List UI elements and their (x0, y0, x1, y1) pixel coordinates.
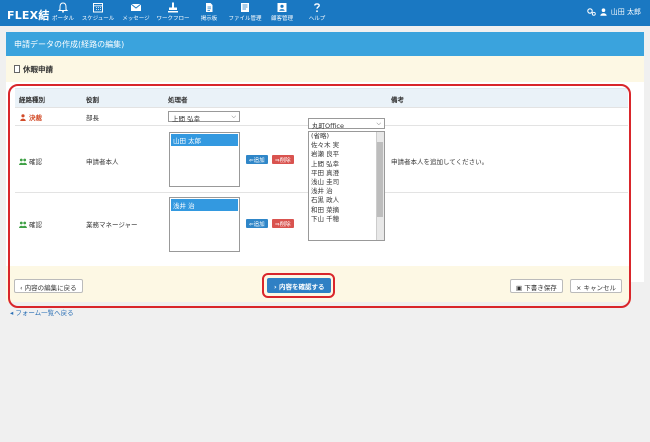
nav-workflow[interactable]: ワークフロー (155, 2, 191, 22)
nav-label: ファイル管理 (228, 16, 262, 22)
form-title-bar: 休暇申請 (6, 56, 644, 82)
board-icon (206, 3, 213, 12)
user-name: 山田 太郎 (610, 8, 641, 16)
confirm-highlight-ring (262, 273, 335, 298)
file-icon (241, 3, 249, 12)
nav-schedule[interactable]: スケジュール (80, 2, 116, 22)
nav-label: ポータル (51, 16, 74, 22)
form-name: 休暇申請 (23, 64, 53, 74)
nav-label: スケジュール (81, 16, 115, 22)
nav-label: 顧客管理 (270, 16, 293, 22)
customer-icon (277, 3, 287, 12)
page-title: 申請データの作成(経路の編集) (6, 32, 644, 56)
calendar-icon (93, 3, 103, 13)
nav-label: メッセージ (122, 16, 150, 22)
nav-label: 掲示板 (200, 16, 218, 22)
nav-board[interactable]: 掲示板 (191, 2, 227, 22)
nav-portal[interactable]: ポータル (45, 2, 81, 22)
help-icon (314, 3, 320, 13)
user-icon (600, 8, 607, 16)
nav-help[interactable]: ヘルプ (299, 2, 335, 22)
bell-icon (57, 2, 69, 13)
gear-icon[interactable] (587, 8, 596, 16)
app-logo[interactable]: FLEX結 (7, 7, 50, 23)
nav-label: ワークフロー (156, 16, 190, 22)
nav-label: ヘルプ (308, 16, 326, 22)
user-menu[interactable]: 山田 太郎 (587, 7, 641, 17)
nav-customer-management[interactable]: 顧客管理 (264, 2, 300, 22)
document-icon (14, 65, 20, 73)
nav-message[interactable]: メッセージ (118, 2, 154, 22)
top-navigation-bar: FLEX結 ポータル スケジュール メッセージ ワークフロー 掲示板 ファイル管… (0, 0, 650, 26)
mail-icon (130, 3, 142, 11)
back-to-forms-link[interactable]: ◂ フォーム一覧へ戻る (10, 307, 74, 317)
workflow-icon (168, 2, 178, 13)
nav-file-management[interactable]: ファイル管理 (227, 2, 263, 22)
